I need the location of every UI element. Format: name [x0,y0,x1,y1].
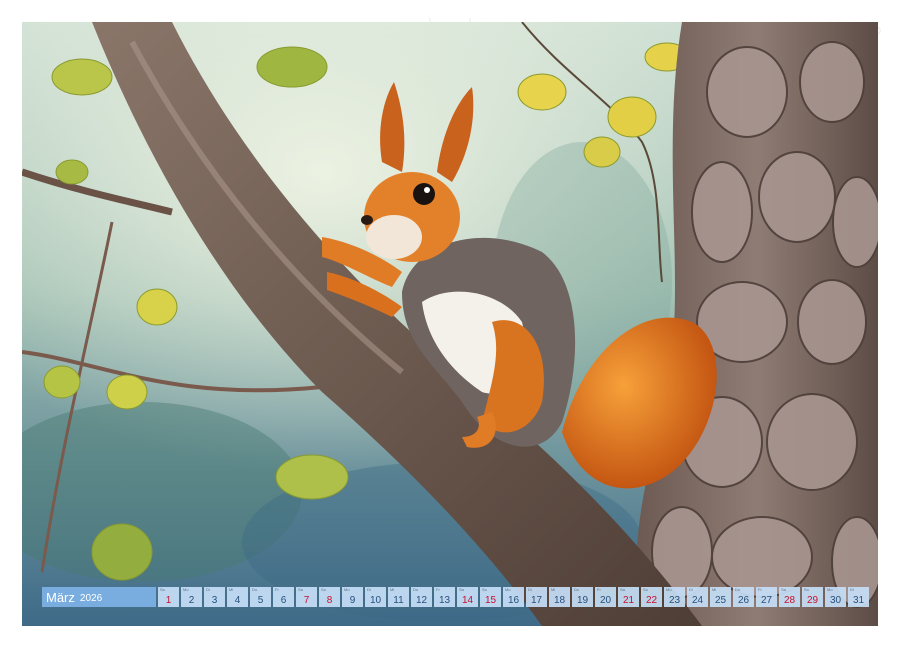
calendar-day: Sa 14 [457,587,478,607]
day-number: 21 [622,595,635,606]
day-number: 12 [415,595,428,606]
month-calendar-strip: März 2026 So 1 Mo 2 Di 3 Mi 4 Do 5 Fr 6 Sa 7 So 8 Mo 9 Di 1… [42,587,869,607]
calendar-day: Mo 23 [664,587,685,607]
day-number: 11 [393,595,404,606]
day-number: 28 [783,595,796,606]
day-number: 16 [507,595,520,606]
weekday-abbrev: Di [689,587,693,592]
squirrel-painting [22,22,878,626]
weekday-abbrev: So [160,587,165,592]
day-number: 26 [737,595,750,606]
calendar-day: Do 26 [733,587,754,607]
calendar-artwork [22,22,878,626]
day-number: 8 [326,595,333,606]
weekday-abbrev: Mi [551,587,556,592]
month-year: 2026 [79,592,103,604]
day-number: 14 [461,595,474,606]
day-number: 22 [645,595,658,606]
calendar-day: Mi 4 [227,587,248,607]
month-label: März 2026 [42,587,156,607]
day-number: 17 [530,595,543,606]
day-number: 9 [349,595,356,606]
weekday-abbrev: So [804,587,809,592]
weekday-abbrev: Sa [620,587,625,592]
calendar-day: Fr 20 [595,587,616,607]
weekday-abbrev: Sa [298,587,303,592]
day-number: 27 [760,595,773,606]
day-number: 4 [234,595,241,606]
weekday-abbrev: Sa [459,587,464,592]
day-number: 30 [829,595,842,606]
calendar-day: Fr 27 [756,587,777,607]
calendar-day: So 1 [158,587,179,607]
calendar-day: So 22 [641,587,662,607]
weekday-abbrev: Fr [758,587,762,592]
calendar-day: Do 19 [572,587,593,607]
weekday-abbrev: Mo [505,587,511,592]
weekday-abbrev: Mo [666,587,672,592]
calendar-day: Di 31 [848,587,869,607]
calendar-day: Fr 6 [273,587,294,607]
day-number: 13 [438,595,451,606]
weekday-abbrev: Di [850,587,854,592]
calendar-day: So 8 [319,587,340,607]
calendar-day: Mo 30 [825,587,846,607]
day-number: 18 [553,595,566,606]
weekday-abbrev: So [321,587,326,592]
weekday-abbrev: Do [252,587,258,592]
day-number: 20 [599,595,612,606]
day-number: 23 [668,595,681,606]
day-number: 29 [806,595,819,606]
weekday-abbrev: Mi [712,587,717,592]
weekday-abbrev: Do [574,587,580,592]
day-number: 19 [576,595,589,606]
day-number: 3 [211,595,218,606]
weekday-abbrev: Sa [781,587,786,592]
weekday-abbrev: Di [206,587,210,592]
weekday-abbrev: Mi [390,587,395,592]
calendar-day: Mo 16 [503,587,524,607]
weekday-abbrev: So [482,587,487,592]
calendar-day: Mo 2 [181,587,202,607]
weekday-abbrev: Do [735,587,741,592]
day-number: 24 [691,595,704,606]
calendar-day: Mi 11 [388,587,409,607]
weekday-abbrev: Di [367,587,371,592]
weekday-abbrev: Fr [436,587,440,592]
weekday-abbrev: Di [528,587,532,592]
month-name: März [46,589,75,605]
calendar-day: Mo 9 [342,587,363,607]
calendar-day: Di 24 [687,587,708,607]
weekday-abbrev: Mo [827,587,833,592]
calendar-day: Mi 25 [710,587,731,607]
day-number: 7 [303,595,310,606]
day-number: 15 [484,595,497,606]
calendar-day: So 29 [802,587,823,607]
calendar-day: Sa 28 [779,587,800,607]
weekday-abbrev: Fr [597,587,601,592]
day-number: 2 [188,595,195,606]
calendar-day: Fr 13 [434,587,455,607]
day-number: 1 [165,595,172,606]
day-number: 25 [714,595,727,606]
day-number: 31 [852,595,865,606]
calendar-day: Sa 7 [296,587,317,607]
weekday-abbrev: Mo [344,587,350,592]
calendar-day: So 15 [480,587,501,607]
calendar-day: Mi 18 [549,587,570,607]
calendar-day: Di 10 [365,587,386,607]
day-number: 6 [280,595,287,606]
weekday-abbrev: Mo [183,587,189,592]
day-number: 5 [257,595,264,606]
weekday-abbrev: Mi [229,587,234,592]
calendar-day: Di 17 [526,587,547,607]
day-number: 10 [369,595,382,606]
calendar-day: Do 12 [411,587,432,607]
calendar-day: Sa 21 [618,587,639,607]
weekday-abbrev: Do [413,587,419,592]
calendar-day: Di 3 [204,587,225,607]
weekday-abbrev: So [643,587,648,592]
calendar-day: Do 5 [250,587,271,607]
weekday-abbrev: Fr [275,587,279,592]
